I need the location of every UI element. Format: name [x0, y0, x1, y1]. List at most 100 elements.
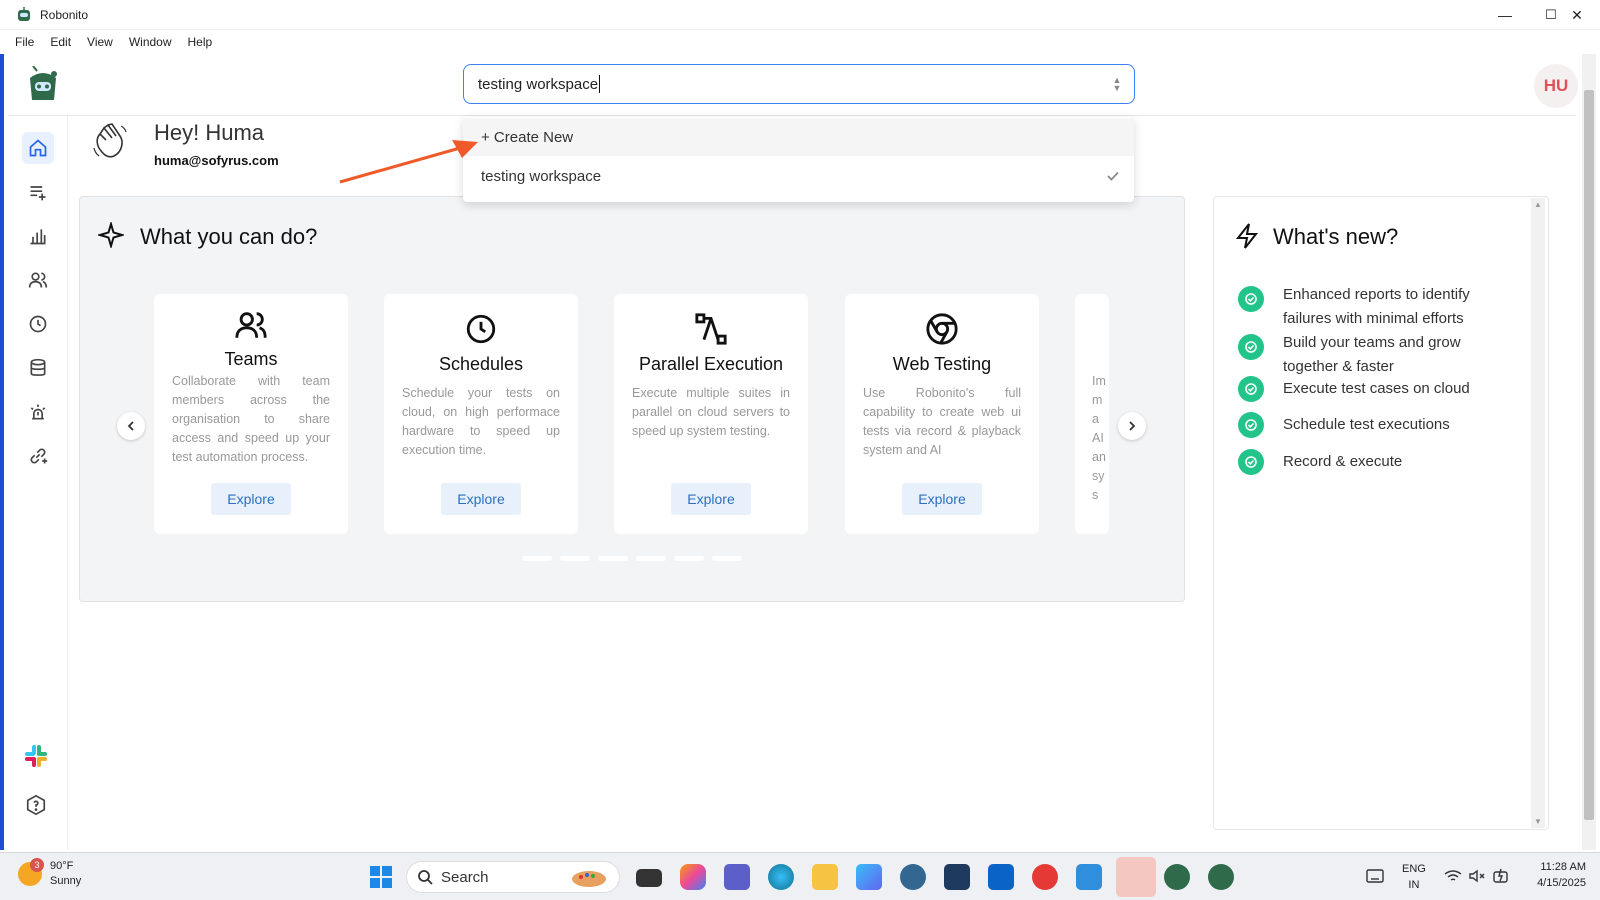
help-icon[interactable]	[25, 794, 47, 816]
git-app-icon[interactable]	[1116, 857, 1156, 897]
sidebar-item-home[interactable]	[22, 132, 54, 164]
updown-chevron-icon: ▲ ▼	[1112, 75, 1122, 93]
feature-card-partial: Im ma AI an sys	[1075, 294, 1109, 534]
sidebar-item-test-cases[interactable]	[22, 176, 54, 208]
home-icon	[29, 139, 47, 157]
postgres-icon[interactable]	[900, 864, 926, 890]
carousel-next-button[interactable]	[1118, 412, 1146, 440]
clock-icon	[29, 315, 47, 333]
robonito-active-taskbar-icon[interactable]	[1208, 864, 1234, 890]
feature-card-desc: Execute multiple suites in parallel on c…	[632, 386, 790, 438]
windows-start-icon[interactable]	[368, 864, 394, 890]
robonito-logo[interactable]	[24, 66, 62, 104]
weather-temp: 90°F	[50, 860, 74, 872]
weather-badge: 3	[30, 858, 44, 872]
feature-card-title: Web Testing	[892, 354, 992, 374]
ssms-icon[interactable]	[944, 864, 970, 890]
menu-window[interactable]: Window	[129, 35, 172, 49]
page-scrollbar[interactable]	[1582, 54, 1596, 850]
taskbar-search[interactable]: Search	[406, 861, 620, 893]
explore-web-testing-button[interactable]: Explore	[902, 483, 982, 515]
workspace-option-label: testing workspace	[481, 167, 602, 185]
whats-new-item-text: Record & execute	[1283, 453, 1403, 470]
feature-card-teams: Teams Collaborate with team members acro…	[154, 294, 348, 534]
volume-muted-icon[interactable]	[1468, 869, 1486, 883]
whats-new-item: Execute test cases on cloud	[1238, 376, 1493, 402]
sidebar-item-reports[interactable]	[22, 220, 54, 252]
m365-icon[interactable]	[856, 864, 882, 890]
workspace-select[interactable]: testing workspace ▲ ▼	[463, 64, 1135, 104]
check-circle-icon	[1238, 286, 1264, 312]
menu-help[interactable]: Help	[188, 35, 213, 49]
page-scrollbar-thumb[interactable]	[1584, 90, 1594, 820]
sidebar-item-data[interactable]	[22, 352, 54, 384]
file-explorer-icon[interactable]	[812, 864, 838, 890]
carousel-prev-button[interactable]	[117, 412, 145, 440]
workspace-select-value: testing workspace	[478, 75, 599, 93]
menu-file[interactable]: File	[15, 35, 34, 49]
outlook-icon[interactable]	[988, 864, 1014, 890]
carousel-dot[interactable]	[712, 556, 742, 561]
language-indicator[interactable]: ENG IN	[1402, 861, 1426, 893]
create-new-workspace-option[interactable]: + Create New	[463, 118, 1134, 156]
copilot-icon[interactable]	[680, 864, 706, 890]
teams-icon[interactable]	[724, 864, 750, 890]
chevron-left-icon	[127, 421, 134, 431]
weather-desc: Sunny	[50, 875, 82, 887]
sidebar-item-teams[interactable]	[22, 264, 54, 296]
minimize-button[interactable]: —	[1482, 0, 1528, 30]
scroll-up-icon[interactable]: ▲	[1534, 200, 1542, 209]
check-circle-icon	[1238, 334, 1264, 360]
carousel-dot[interactable]	[598, 556, 628, 561]
vscode-icon[interactable]	[1076, 864, 1102, 890]
slack-icon[interactable]	[22, 742, 50, 770]
close-button[interactable]: ✕	[1554, 0, 1600, 30]
weather-widget[interactable]: 3 90°F Sunny	[18, 858, 82, 889]
feature-card-desc: Schedule your tests on cloud, on high pe…	[402, 386, 560, 457]
carousel-dot[interactable]	[522, 556, 552, 561]
whats-new-item: Build your teams and grow together & fas…	[1238, 331, 1493, 379]
feature-card-title: Teams	[224, 349, 278, 369]
sidebar-item-bugs[interactable]	[22, 396, 54, 428]
whats-new-scrollbar[interactable]: ▲ ▼	[1531, 198, 1545, 828]
battery-charging-icon[interactable]	[1492, 868, 1510, 884]
explore-schedules-button[interactable]: Explore	[441, 483, 521, 515]
sidebar-item-schedules[interactable]	[22, 308, 54, 340]
wifi-icon[interactable]	[1444, 869, 1462, 883]
database-icon	[30, 358, 46, 376]
checkmark-icon	[1107, 171, 1119, 181]
clock-widget[interactable]: 11:28 AM 4/15/2025	[1526, 859, 1586, 891]
clock-icon	[466, 314, 496, 344]
taskbar-search-label: Search	[441, 868, 489, 886]
parallel-icon	[695, 313, 727, 345]
tablet-mode-icon[interactable]	[1366, 869, 1384, 883]
menu-view[interactable]: View	[87, 35, 113, 49]
greeting-email: huma@sofyrus.com	[154, 153, 279, 168]
explore-teams-button[interactable]: Explore	[211, 483, 291, 515]
edge-icon[interactable]	[768, 864, 794, 890]
what-you-can-do-title: What you can do?	[140, 224, 318, 249]
sidebar-item-integrations[interactable]	[22, 440, 54, 472]
whats-new-title: What's new?	[1273, 224, 1399, 249]
feature-card-title: Parallel Execution	[638, 354, 784, 374]
workspace-option[interactable]: testing workspace	[463, 157, 1134, 195]
users-icon	[235, 312, 267, 338]
explore-parallel-execution-button[interactable]: Explore	[671, 483, 751, 515]
carousel-dot[interactable]	[674, 556, 704, 561]
taskbar: 3 90°F Sunny Search ENG IN 11:28 AM 4/15…	[0, 852, 1600, 900]
carousel-dot[interactable]	[636, 556, 666, 561]
robonito-taskbar-icon[interactable]	[1164, 864, 1190, 890]
whats-new-item-text: Execute test cases on cloud	[1283, 380, 1470, 397]
greeting-title: Hey! Huma	[154, 120, 265, 145]
task-view-icon[interactable]	[636, 869, 662, 887]
menu-edit[interactable]: Edit	[50, 35, 71, 49]
menu-bar: File Edit View Window Help	[0, 30, 1600, 54]
feature-card-web-testing: Web Testing Use Robonito's full capabili…	[845, 294, 1039, 534]
alarm-bug-icon	[30, 404, 46, 420]
carousel-dot[interactable]	[560, 556, 590, 561]
title-bar: Robonito	[0, 0, 1600, 30]
user-avatar[interactable]: HU	[1534, 64, 1578, 108]
wps-office-icon[interactable]	[1032, 864, 1058, 890]
scroll-down-icon[interactable]: ▼	[1534, 817, 1542, 826]
window-title: Robonito	[40, 7, 89, 22]
